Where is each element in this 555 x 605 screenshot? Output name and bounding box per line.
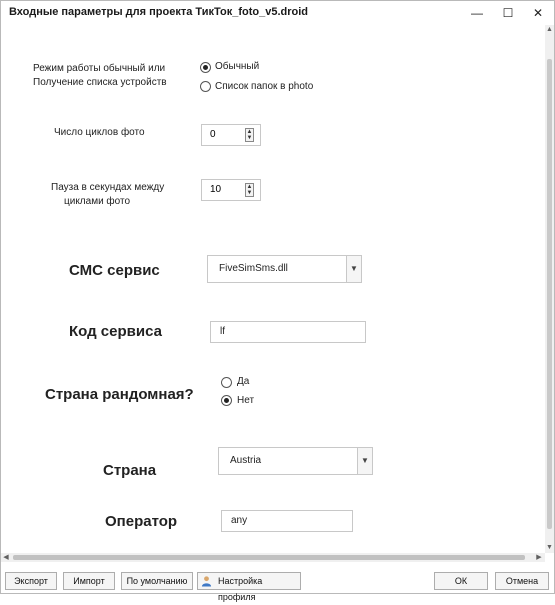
close-button[interactable]: ✕ [523,3,553,23]
pause-value[interactable]: 10 [210,184,221,195]
country-value: Austria [230,455,262,466]
operator-label: Оператор [105,513,178,530]
mode-label-line1: Режим работы обычный или [33,63,166,74]
random-country-yes-label: Да [237,376,250,387]
profile-settings-button[interactable]: Настройка профиля [197,572,301,602]
vertical-scrollbar[interactable]: ▲ ▼ [545,25,554,553]
mode-folders-label: Список папок в photo [215,81,314,92]
scroll-up-icon[interactable]: ▲ [545,25,554,35]
service-code-label: Код сервиса [69,323,162,340]
pause-stepper-buttons[interactable]: ▲ ▼ [245,183,254,197]
sms-service-label: СМС сервис [69,262,160,279]
scroll-right-icon[interactable]: ▶ [534,553,544,562]
cycles-label: Число циклов фото [54,127,145,138]
dialog-window: Входные параметры для проекта ТикТок_fot… [0,0,555,602]
minimize-button[interactable]: — [462,3,492,23]
dialog-footer: Экспорт Импорт По умолчанию Настройка пр… [1,562,554,602]
window-title: Входные параметры для проекта ТикТок_fot… [9,6,308,18]
scroll-left-icon[interactable]: ◀ [1,553,11,562]
defaults-button[interactable]: По умолчанию [121,572,193,590]
random-country-label: Страна рандомная? [45,386,194,403]
scroll-down-icon[interactable]: ▼ [545,543,554,553]
random-country-yes-radio[interactable] [221,377,232,388]
chevron-down-icon[interactable]: ▼ [346,256,361,282]
mode-normal-radio[interactable] [200,62,211,73]
vertical-scroll-thumb[interactable] [547,59,552,529]
parameters-panel: Режим работы обычный или Получение списк… [1,25,545,553]
pause-label: Пауза в секундах между циклами фото [51,181,164,209]
mode-label-line2: Получение списка устройств [33,77,167,88]
mode-normal-label: Обычный [215,61,260,72]
title-bar: Входные параметры для проекта ТикТок_fot… [1,1,554,25]
pause-label-line2: циклами фото [64,196,131,207]
random-country-no-label: Нет [237,395,255,406]
import-button[interactable]: Импорт [63,572,115,590]
sms-service-select[interactable]: FiveSimSms.dll ▼ [207,255,362,283]
mode-folders-radio[interactable] [200,81,211,92]
cycles-value[interactable]: 0 [210,129,216,140]
export-button[interactable]: Экспорт [5,572,57,590]
person-icon [201,576,212,587]
chevron-down-icon[interactable]: ▼ [357,448,372,474]
profile-settings-label: Настройка профиля [218,576,263,602]
pause-label-line1: Пауза в секундах между [51,182,165,193]
sms-service-value: FiveSimSms.dll [219,263,288,274]
pause-spinner[interactable]: 10 ▲ ▼ [201,179,261,201]
cycles-spinner[interactable]: 0 ▲ ▼ [201,124,261,146]
country-label: Страна [103,462,157,479]
ok-button[interactable]: ОК [434,572,488,590]
operator-input[interactable]: any [221,510,353,532]
country-select[interactable]: Austria ▼ [218,447,373,475]
random-country-no-radio[interactable] [221,395,232,406]
service-code-input[interactable]: lf [210,321,366,343]
mode-label: Режим работы обычный или Получение списк… [33,62,167,90]
horizontal-scrollbar[interactable]: ◀ ▶ [1,553,545,562]
horizontal-scroll-thumb[interactable] [13,555,525,560]
maximize-button[interactable]: ☐ [493,3,523,23]
cancel-button[interactable]: Отмена [495,572,549,590]
cycles-stepper-buttons[interactable]: ▲ ▼ [245,128,254,142]
